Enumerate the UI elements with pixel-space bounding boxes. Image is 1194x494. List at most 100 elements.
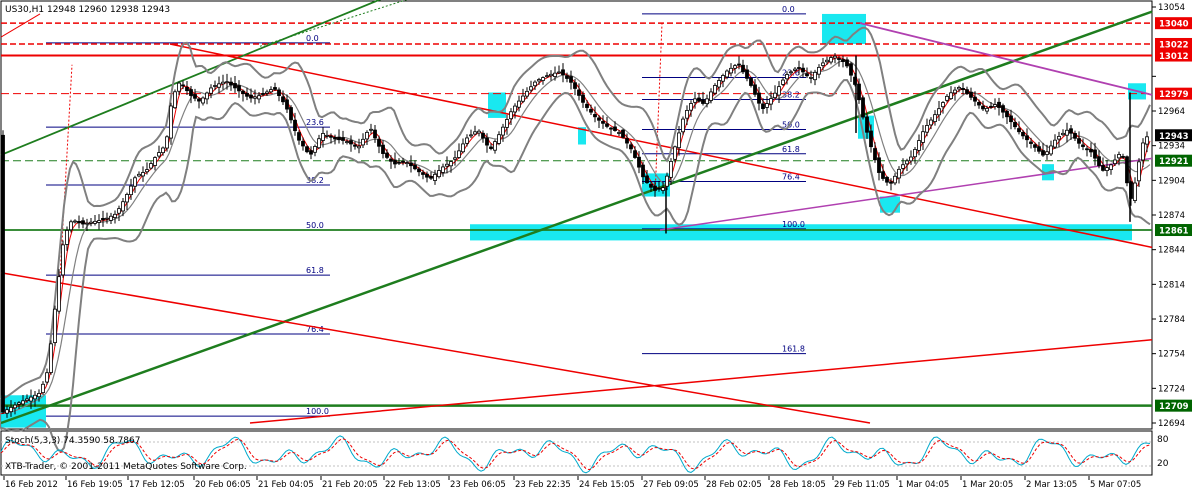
candle-bear (569, 76, 573, 83)
candle-bull (925, 125, 929, 133)
candle-bull (1141, 142, 1145, 161)
time-tick-label: 20 Feb 06:05 (195, 480, 251, 490)
candle-bull (109, 215, 113, 221)
candle-bear (233, 83, 237, 89)
chart-canvas[interactable]: 0.023.638.250.061.876.4100.00.023.638.25… (0, 0, 1194, 490)
candle-bull (177, 82, 181, 92)
candle-bear (421, 172, 425, 175)
stoch-label: Stoch(5,3,3) 74.3590 58.7867 (5, 436, 140, 446)
candle-bear (997, 101, 1001, 108)
candle-bear (77, 221, 81, 224)
candle-bull (1113, 159, 1117, 165)
candle-bull (209, 87, 213, 94)
candle-bull (257, 95, 261, 100)
candle-bear (973, 96, 977, 102)
candle-bear (309, 150, 313, 155)
candle-bull (617, 132, 621, 134)
candle-bear (429, 176, 433, 179)
candle-bear (653, 185, 657, 191)
fib-level-label: 100.0 (306, 407, 329, 416)
candle-bear (697, 97, 701, 102)
candle-bull (709, 91, 713, 101)
candle-bear (641, 164, 645, 178)
candle-bear (189, 89, 193, 96)
candle-bull (497, 134, 501, 144)
candle-bull (441, 166, 445, 173)
candle-bull (1049, 145, 1053, 155)
candle-bear (297, 132, 301, 141)
candle-bull (1045, 151, 1049, 155)
candle-bull (137, 173, 141, 177)
candle-bull (661, 187, 665, 191)
mt4-chart[interactable]: 0.023.638.250.061.876.4100.00.023.638.25… (0, 0, 1194, 490)
fib-level-label: 100.0 (782, 220, 805, 229)
time-tick-label: 29 Feb 11:05 (834, 480, 890, 490)
candle-bull (113, 213, 117, 218)
candle-bull (161, 147, 165, 154)
candle-bull (541, 77, 545, 81)
candle-bear (489, 146, 493, 149)
candle-bull (201, 97, 205, 104)
candle-bull (313, 146, 317, 153)
candle-bear (237, 85, 241, 92)
candle-bear (193, 94, 197, 99)
candle-bear (877, 157, 881, 173)
candle-bear (289, 107, 293, 121)
candle-bull (221, 81, 225, 85)
candle-bull (85, 222, 89, 225)
candle-bear (745, 69, 749, 79)
candle-bear (989, 105, 993, 108)
candle-bear (261, 93, 265, 95)
candle-bear (753, 84, 757, 95)
candle-bull (817, 66, 821, 75)
time-tick-label: 22 Feb 13:05 (385, 480, 441, 490)
candle-bull (453, 157, 457, 160)
candle-bear (577, 89, 581, 96)
candle-bull (225, 81, 229, 84)
candle-bull (405, 162, 409, 165)
candle-bull (33, 394, 37, 400)
candle-bear (805, 73, 809, 77)
candle-bear (865, 116, 869, 133)
candle-bull (1061, 132, 1065, 136)
candle-bull (1137, 161, 1141, 182)
candle-bear (601, 121, 605, 124)
candle-bear (185, 86, 189, 92)
price-tick-label: 12934 (1158, 142, 1185, 152)
candle-bull (13, 404, 17, 409)
candle-bear (301, 140, 305, 147)
fib-level-label: 50.0 (306, 221, 324, 230)
candle-bull (65, 230, 69, 245)
price-tag-label: 12921 (1159, 157, 1189, 167)
candle-bear (281, 96, 285, 103)
candle-bull (89, 221, 93, 224)
candle-bull (681, 118, 685, 133)
candle-bull (1109, 164, 1113, 170)
plot-frame (0, 0, 1153, 430)
candle-bull (369, 128, 373, 131)
candle-bull (325, 134, 329, 137)
candle-bull (125, 194, 129, 203)
candle-bull (321, 133, 325, 141)
candle-bear (417, 168, 421, 173)
candle-bear (565, 75, 569, 79)
fib-level-label: 61.8 (306, 266, 324, 275)
candle-bull (493, 141, 497, 151)
candle-bear (573, 82, 577, 89)
price-tag-label: 12979 (1159, 90, 1189, 100)
candle-bull (905, 160, 909, 165)
time-tick-label: 23 Feb 22:35 (515, 480, 571, 490)
time-tick-label: 23 Feb 06:05 (450, 480, 506, 490)
candle-bull (901, 164, 905, 169)
price-tag-label: 13040 (1159, 20, 1189, 30)
candle-bull (933, 114, 937, 122)
stoch-axis-20: 20 (1157, 459, 1169, 469)
candle-bull (1105, 167, 1109, 171)
candle-bull (57, 276, 61, 312)
candle-bull (897, 168, 901, 179)
candle-bull (813, 71, 817, 81)
candle-bear (241, 90, 245, 94)
candle-bear (1085, 148, 1089, 151)
candle-bear (1121, 156, 1125, 158)
candle-bull (1133, 182, 1137, 201)
